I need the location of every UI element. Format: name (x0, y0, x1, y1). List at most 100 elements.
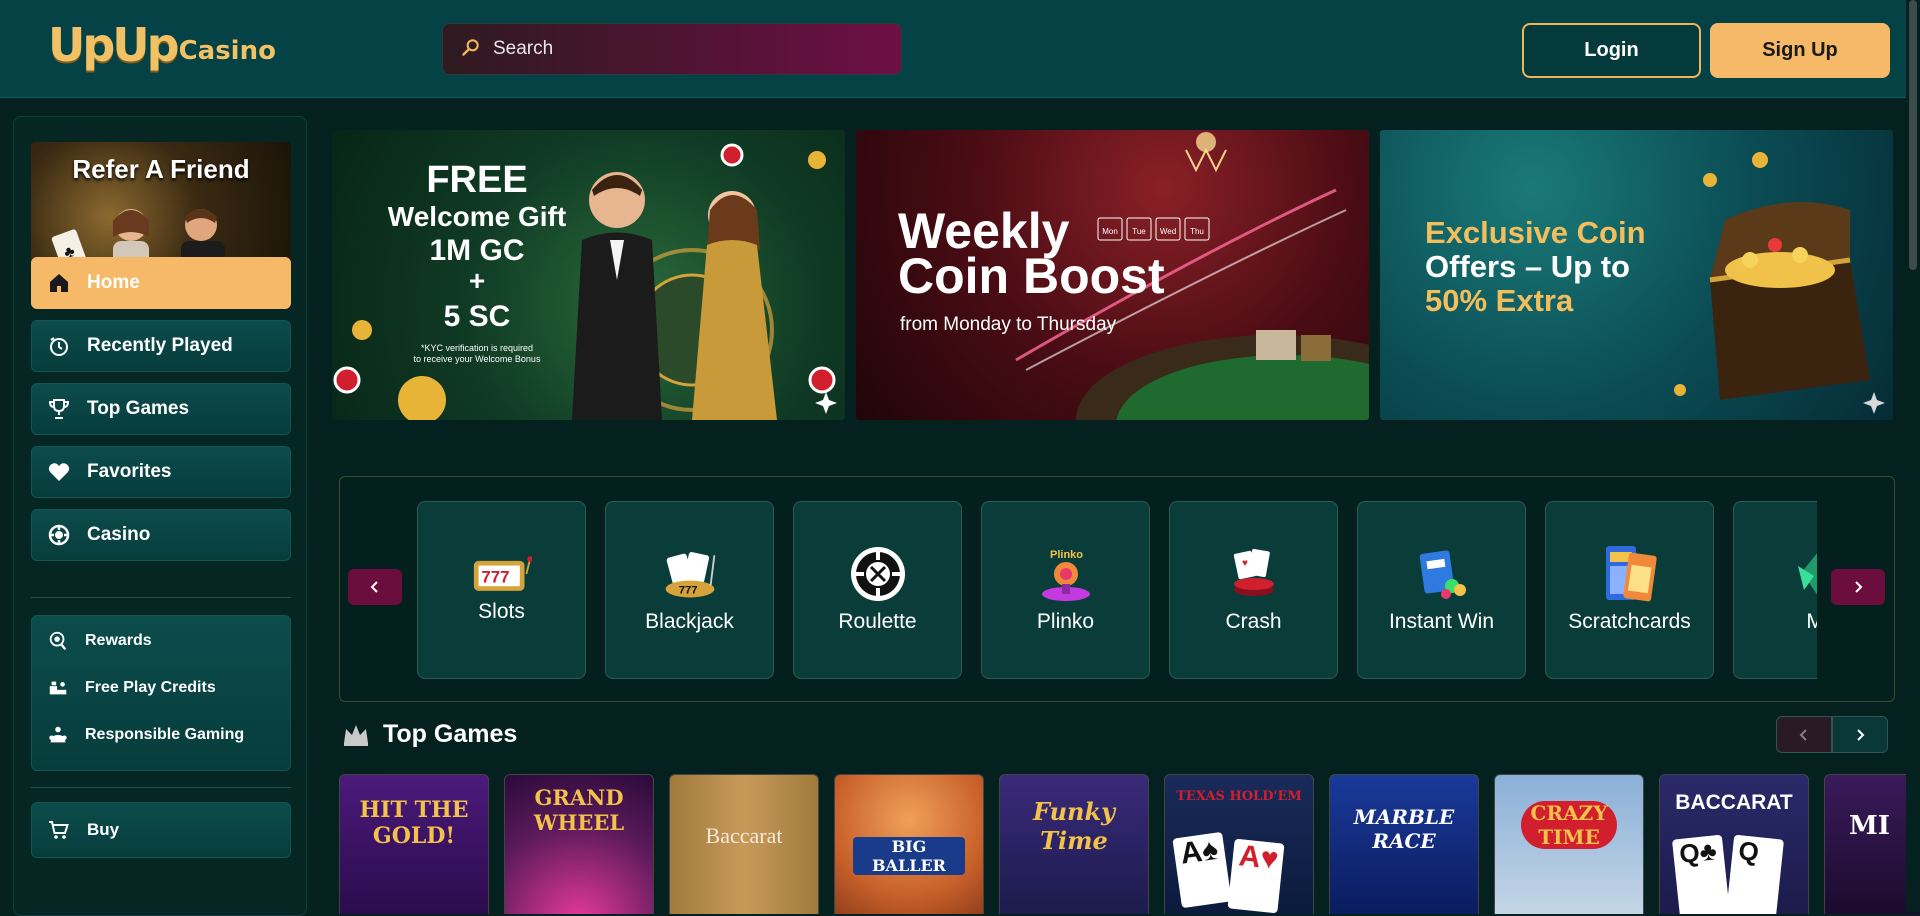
category-label: Mi (1806, 610, 1817, 633)
welcome-illustration: FREE Welcome Gift 1M GC + 5 SC *KYC veri… (333, 143, 837, 420)
welcome-line3: 1M GC (429, 234, 524, 267)
game-tile[interactable]: BIG BALLER (834, 774, 984, 914)
game-tile[interactable]: Baccarat (669, 774, 819, 914)
category-label: Plinko (1036, 610, 1095, 633)
game-tile[interactable]: TEXAS HOLD'EM A♠ A♥ (1164, 774, 1314, 914)
game-title: GRAND WHEEL (533, 785, 625, 835)
category-prev-button[interactable] (348, 569, 402, 605)
nav-free-play-credits[interactable]: Free Play Credits (47, 677, 216, 699)
sub-label: Rewards (85, 632, 152, 649)
logo-sub: Casino (178, 36, 276, 66)
nav-label: Home (87, 272, 140, 293)
welcome-line2: Welcome Gift (388, 201, 566, 232)
svg-text:Plinko: Plinko (1050, 549, 1083, 561)
promo-banners: FREE Welcome Gift 1M GC + 5 SC *KYC veri… (332, 130, 1896, 420)
search-bar[interactable] (442, 23, 902, 75)
category-slots[interactable]: 777 Slots (417, 501, 586, 679)
svg-text:777: 777 (678, 585, 697, 597)
boost-illustration: Weekly Coin Boost from Monday to Thursda… (898, 132, 1369, 420)
nav-label: Casino (87, 524, 151, 545)
sparkle-icon (1863, 392, 1885, 414)
category-blackjack[interactable]: 777 Blackjack (605, 501, 774, 679)
svg-text:♥: ♥ (1242, 558, 1248, 569)
exclusive-coin-offers-banner[interactable]: Exclusive Coin Offers – Up to 50% Extra (1380, 130, 1893, 420)
nav-label: Recently Played (87, 335, 233, 356)
nav-home[interactable]: Home (31, 257, 291, 309)
weekly-coin-boost-banner[interactable]: Weekly Coin Boost from Monday to Thursda… (856, 130, 1369, 420)
refer-illustration: ♣ (51, 209, 225, 267)
game-tile[interactable]: CRAZY TIME (1494, 774, 1644, 914)
queen-clubs-card: Q♣ (1671, 834, 1731, 914)
sparkle-icon (815, 392, 837, 414)
nav-recently-played[interactable]: Recently Played (31, 320, 291, 372)
category-roulette[interactable]: Roulette (793, 501, 962, 679)
search-input[interactable] (493, 38, 873, 60)
day-label: Thu (1190, 227, 1204, 236)
game-title: CRAZY TIME (1521, 801, 1617, 849)
category-crash[interactable]: ♥ Crash (1169, 501, 1338, 679)
signup-button[interactable]: Sign Up (1710, 23, 1890, 78)
boost-line2: Coin Boost (898, 248, 1165, 304)
casino-chip-icon (48, 524, 70, 546)
day-label: Wed (1160, 227, 1176, 236)
chevron-right-icon (1855, 581, 1863, 593)
category-next-button[interactable] (1831, 569, 1885, 605)
top-games-next-button[interactable] (1832, 716, 1888, 753)
nav-top-games[interactable]: Top Games (31, 383, 291, 435)
ace-hearts-card: A♥ (1227, 838, 1285, 914)
welcome-note1: *KYC verification is required (421, 343, 533, 353)
category-plinko[interactable]: Plinko Plinko (981, 501, 1150, 679)
game-title: BIG BALLER (853, 837, 965, 875)
game-tile[interactable]: MARBLE RACE (1329, 774, 1479, 914)
sub-label: Responsible Gaming (85, 726, 245, 743)
category-carousel: 777 Slots 777 Blackjack Roulette Plinko … (339, 476, 1895, 702)
nav-label: Favorites (87, 461, 172, 482)
refer-title: Refer A Friend (72, 154, 250, 184)
top-games-prev-button[interactable] (1776, 716, 1832, 753)
nav-buy[interactable]: Buy (31, 802, 291, 858)
day-label: Mon (1102, 227, 1118, 236)
cart-icon (49, 821, 69, 839)
category-label: Instant Win (1388, 610, 1495, 633)
offers-line2: Offers – Up to (1425, 249, 1630, 284)
offers-illustration: Exclusive Coin Offers – Up to 50% Extra (1425, 152, 1885, 414)
top-games-row: HIT THE GOLD! GRAND WHEEL Baccarat BIG B… (339, 774, 1920, 914)
instant-win-icon (1412, 546, 1472, 602)
game-title: HIT THE GOLD! (359, 797, 469, 849)
nav-responsible-gaming[interactable]: Responsible Gaming (47, 724, 244, 746)
game-tile[interactable]: HIT THE GOLD! (339, 774, 489, 914)
roulette-icon (848, 546, 908, 602)
game-tile[interactable]: Funky Time (999, 774, 1149, 914)
welcome-line5: 5 SC (444, 300, 511, 333)
game-tile[interactable]: GRAND WHEEL (504, 774, 654, 914)
upup-casino-logo[interactable]: UpUp Casino (48, 20, 276, 70)
scrollbar-thumb[interactable] (1909, 0, 1917, 270)
refer-a-friend-banner[interactable]: Refer A Friend ♣ (31, 142, 291, 267)
category-label: Roulette (838, 610, 917, 633)
crash-icon: ♥ (1224, 546, 1284, 602)
game-tile[interactable]: BACCARAT Q♣ Q (1659, 774, 1809, 914)
category-scratchcards[interactable]: Scratchcards (1545, 501, 1714, 679)
ace-spades-card: A♠ (1172, 831, 1232, 909)
nav-casino[interactable]: Casino (31, 509, 291, 561)
offers-line3: 50% Extra (1425, 283, 1574, 318)
category-label: Blackjack (645, 610, 734, 633)
boost-sub: from Monday to Thursday (900, 314, 1117, 335)
weekday-calendar: Mon Tue Wed Thu (1097, 217, 1210, 241)
game-title: BACCARAT (1675, 791, 1793, 814)
svg-text:777: 777 (481, 567, 509, 586)
top-games-heading: Top Games (341, 719, 517, 749)
search-icon (461, 37, 481, 62)
category-label: Crash (1225, 610, 1282, 633)
nav-favorites[interactable]: Favorites (31, 446, 291, 498)
category-instant-win[interactable]: Instant Win (1357, 501, 1526, 679)
login-button[interactable]: Login (1522, 23, 1701, 78)
heart-icon (48, 463, 70, 481)
welcome-gift-banner[interactable]: FREE Welcome Gift 1M GC + 5 SC *KYC veri… (332, 130, 845, 420)
page-scrollbar[interactable] (1906, 0, 1920, 912)
game-title: TEXAS HOLD'EM (1176, 789, 1302, 804)
nav-rewards[interactable]: Rewards (47, 630, 152, 652)
category-row: 777 Slots 777 Blackjack Roulette Plinko … (417, 501, 1817, 679)
category-misc[interactable]: Mi (1733, 501, 1817, 679)
nav-label: Top Games (87, 398, 190, 419)
